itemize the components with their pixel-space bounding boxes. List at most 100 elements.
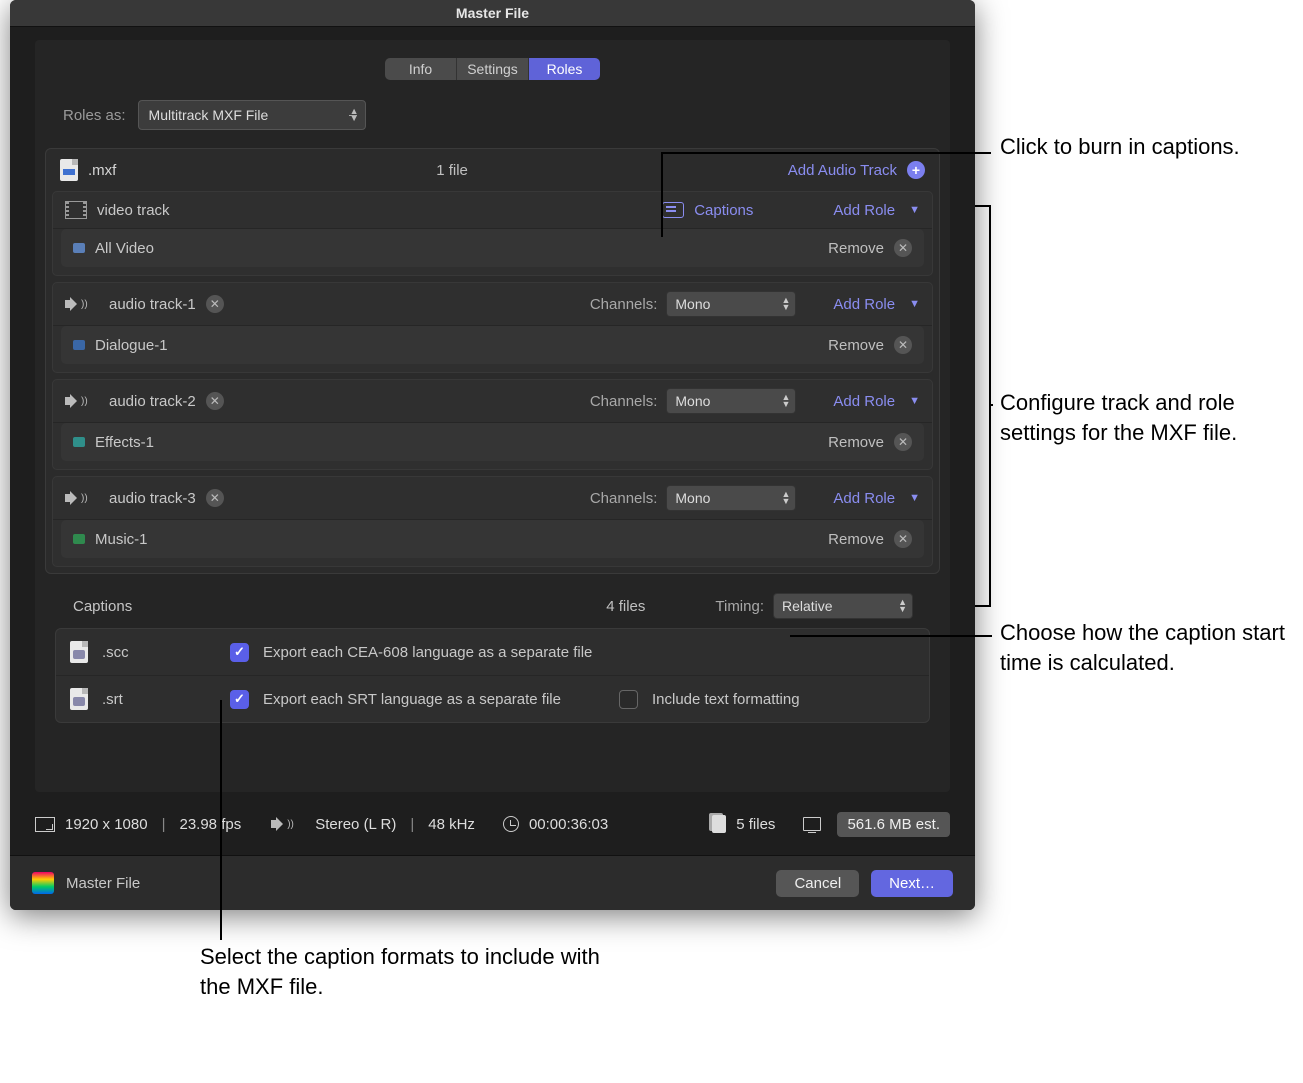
export-scc-label: Export each CEA-608 language as a separa… (263, 644, 592, 661)
files-icon (712, 815, 726, 833)
audio-track-group: )) audio track-1 ✕ Channels: Mono▲▼ Add … (52, 282, 933, 373)
window-title: Master File (10, 0, 975, 27)
delete-track-button[interactable]: ✕ (206, 295, 224, 313)
status-bar: 1920 x 1080 | 23.98 fps )) Stereo (L R) … (35, 804, 950, 844)
status-samplerate: 48 kHz (428, 816, 475, 833)
channels-label: Channels: (590, 296, 658, 313)
mxf-ext: .mxf (88, 162, 116, 179)
remove-label: Remove (828, 531, 884, 548)
captions-burn-button[interactable]: Captions (694, 202, 753, 219)
audio-track-label: audio track-1 (109, 296, 196, 313)
channels-select[interactable]: Mono▲▼ (667, 292, 795, 316)
delete-track-button[interactable]: ✕ (206, 392, 224, 410)
caption-file-icon (70, 688, 88, 710)
captions-icon (662, 202, 684, 218)
status-size: 561.6 MB est. (837, 812, 950, 837)
roles-as-label: Roles as: (63, 107, 126, 124)
channels-label: Channels: (590, 393, 658, 410)
next-button[interactable]: Next… (871, 870, 953, 897)
audio-role-name: Effects-1 (95, 434, 154, 451)
captions-section: Captions 4 files Timing: Relative▲▼ .scc (55, 584, 930, 723)
app-icon (32, 872, 54, 894)
mxf-file-count: 1 file (436, 162, 468, 179)
callout-line (790, 635, 992, 637)
role-color-icon (73, 243, 85, 253)
resolution-icon (35, 817, 55, 832)
callout-timing: Choose how the caption start time is cal… (1000, 618, 1300, 677)
callout-line (220, 700, 222, 940)
video-role-row: All Video Remove ✕ (61, 229, 924, 267)
cancel-button[interactable]: Cancel (776, 870, 859, 897)
channels-value: Mono (675, 490, 710, 506)
remove-button[interactable]: ✕ (894, 433, 912, 451)
file-icon (60, 159, 78, 181)
status-audio: Stereo (L R) (315, 816, 396, 833)
timing-label: Timing: (715, 598, 764, 615)
callout-bracket (975, 205, 991, 607)
callout-burn: Click to burn in captions. (1000, 132, 1290, 162)
footer-title: Master File (66, 875, 140, 892)
audio-add-role-button[interactable]: Add Role (833, 296, 895, 313)
film-icon (65, 201, 87, 219)
remove-button[interactable]: ✕ (894, 239, 912, 257)
delete-track-button[interactable]: ✕ (206, 489, 224, 507)
export-srt-checkbox[interactable] (230, 690, 249, 709)
audio-track-group: )) audio track-2 ✕ Channels: Mono▲▼ Add … (52, 379, 933, 470)
chevron-down-icon[interactable]: ▼ (909, 395, 920, 407)
tab-info[interactable]: Info (385, 58, 457, 80)
include-formatting-label: Include text formatting (652, 691, 800, 708)
channels-select[interactable]: Mono▲▼ (667, 486, 795, 510)
add-audio-track-button[interactable]: Add Audio Track (788, 162, 897, 179)
caption-format-row: .srt Export each SRT language as a separ… (56, 676, 929, 722)
callout-line (661, 152, 663, 237)
chevron-down-icon[interactable]: ▼ (909, 298, 920, 310)
status-resolution: 1920 x 1080 (65, 816, 148, 833)
remove-button[interactable]: ✕ (894, 530, 912, 548)
video-add-role-button[interactable]: Add Role (833, 202, 895, 219)
timing-select[interactable]: Relative▲▼ (774, 594, 912, 618)
tab-roles[interactable]: Roles (529, 58, 600, 80)
audio-track-group: )) audio track-3 ✕ Channels: Mono▲▼ Add … (52, 476, 933, 567)
caption-file-icon (70, 641, 88, 663)
status-timecode: 00:00:36:03 (529, 816, 608, 833)
include-formatting-checkbox[interactable] (619, 690, 638, 709)
channels-value: Mono (675, 296, 710, 312)
clock-icon (503, 816, 519, 832)
footer-bar: Master File Cancel Next… (10, 855, 975, 910)
callout-line (989, 404, 993, 406)
roles-as-select[interactable]: Multitrack MXF File ▲▼ (138, 100, 366, 130)
tab-settings[interactable]: Settings (457, 58, 529, 80)
channels-select[interactable]: Mono▲▼ (667, 389, 795, 413)
speaker-icon: )) (65, 393, 81, 409)
chevron-down-icon[interactable]: ▼ (909, 492, 920, 504)
video-track-label: video track (97, 202, 170, 219)
audio-role-name: Dialogue-1 (95, 337, 168, 354)
mxf-group: .mxf 1 file Add Audio Track + video trac… (45, 148, 940, 574)
callout-line (661, 152, 991, 154)
display-icon (803, 817, 821, 831)
remove-label: Remove (828, 240, 884, 257)
remove-button[interactable]: ✕ (894, 336, 912, 354)
captions-header: Captions (73, 598, 132, 615)
video-track-group: video track Captions Add Role ▼ All Vide… (52, 191, 933, 276)
speaker-icon: )) (65, 296, 81, 312)
tab-control: Info Settings Roles (385, 58, 600, 80)
audio-add-role-button[interactable]: Add Role (833, 393, 895, 410)
remove-label: Remove (828, 337, 884, 354)
export-scc-checkbox[interactable] (230, 643, 249, 662)
captions-file-count: 4 files (606, 598, 645, 615)
role-color-icon (73, 340, 85, 350)
callout-configure: Configure track and role settings for th… (1000, 388, 1300, 447)
timing-value: Relative (782, 598, 833, 614)
audio-role-name: Music-1 (95, 531, 148, 548)
chevron-down-icon[interactable]: ▼ (909, 204, 920, 216)
audio-role-row: Dialogue-1 Remove ✕ (61, 326, 924, 364)
video-role-name: All Video (95, 240, 154, 257)
caption-ext: .scc (102, 644, 132, 661)
plus-icon[interactable]: + (907, 161, 925, 179)
audio-add-role-button[interactable]: Add Role (833, 490, 895, 507)
master-file-window: Master File Info Settings Roles Roles as… (10, 0, 975, 910)
role-color-icon (73, 437, 85, 447)
audio-track-label: audio track-2 (109, 393, 196, 410)
callout-formats: Select the caption formats to include wi… (200, 942, 600, 1001)
